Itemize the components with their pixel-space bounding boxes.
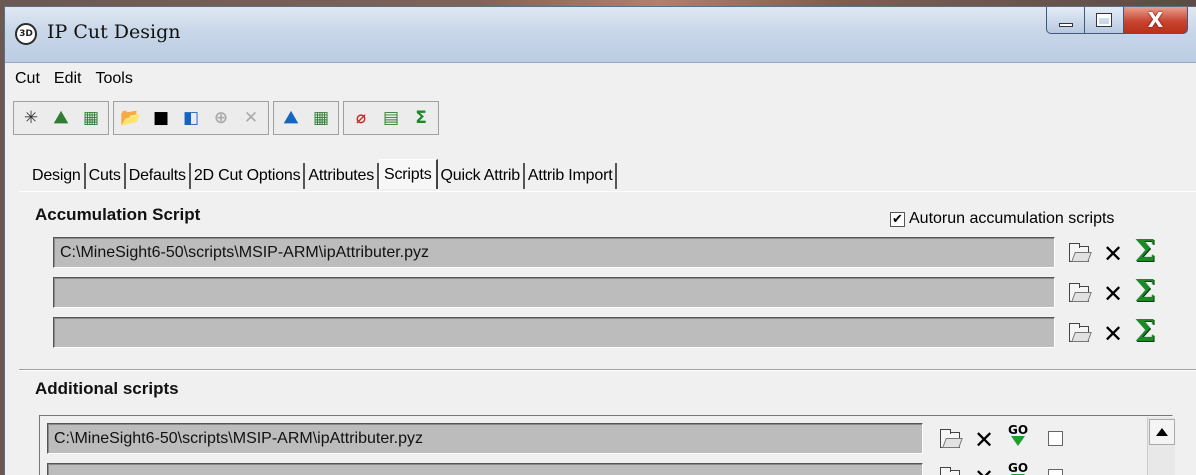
browse-button-2[interactable] [1066,281,1092,307]
delete-icon: ✕ [973,426,995,454]
autorun-option: ✔ Autorun accumulation scripts [890,210,1114,228]
go-button-1[interactable]: GO [1005,424,1031,452]
down-arrow-icon [1011,436,1025,446]
save-as-icon[interactable]: ◧ [176,104,206,132]
sigma-icon[interactable]: Σ [406,104,436,132]
erase-icon[interactable]: ⌀ [346,104,376,132]
clear-button-1[interactable]: ✕ [1100,241,1126,267]
sigma-icon: Σ [1134,314,1156,349]
browse-button-3[interactable] [1066,321,1092,347]
folder-icon [940,467,960,475]
accumulation-script-field-1[interactable]: C:\MineSight6-50\scripts\MSIP-ARM\ipAttr… [53,237,1055,268]
minimize-icon [1058,23,1073,27]
folder-icon [1069,243,1089,262]
accumulation-script-field-2[interactable] [53,277,1055,308]
accumulation-script-field-3[interactable] [53,317,1055,348]
delete-icon: ✕ [1102,280,1124,308]
design-icon[interactable]: ▦ [76,104,106,132]
clear-button-2[interactable]: ✕ [1100,281,1126,307]
go-icon: GO [1005,462,1031,475]
toolbar: ✳ ⛰ ▦ 📂 ■ ◧ ⊕ ✕ ⛰ ▦ ⌀ ▤ Σ [13,100,443,136]
maximize-button[interactable] [1085,7,1124,34]
open-icon[interactable]: 📂 [116,104,146,132]
grid-icon[interactable]: ▦ [306,104,336,132]
additional-clear-button-1[interactable]: ✕ [971,427,997,453]
run-accumulation-button-3[interactable]: Σ [1132,314,1158,349]
save-icon[interactable]: ■ [146,104,176,132]
tab-cuts[interactable]: Cuts [86,163,126,189]
copy-icon[interactable]: ⊕ [206,104,236,132]
browse-button-1[interactable] [1066,241,1092,267]
toolbar-group-view: ⛰ ▦ [273,101,339,135]
folder-icon [940,429,960,448]
autorun-label: Autorun accumulation scripts [909,210,1115,227]
menu-cut[interactable]: Cut [15,70,40,88]
additional-script-checkbox-1[interactable] [1048,431,1063,446]
tab-quick-attrib[interactable]: Quick Attrib [438,163,525,189]
accumulation-script-title: Accumulation Script [35,205,201,224]
sigma-icon: Σ [1134,234,1156,269]
menu-tools[interactable]: Tools [95,70,132,88]
additional-browse-button-2[interactable] [937,465,963,475]
close-button[interactable]: X [1124,7,1188,34]
autorun-checkbox[interactable]: ✔ [890,211,905,227]
maximize-icon [1096,13,1112,27]
minimize-button[interactable] [1046,7,1085,34]
clear-button-3[interactable]: ✕ [1100,321,1126,347]
delete-icon: ✕ [1102,240,1124,268]
ip-cut-design-window: 3D IP Cut Design X Cut Edit Tools ✳ ⛰ ▦ … [4,6,1196,475]
tab-scripts[interactable]: Scripts [379,159,438,189]
additional-clear-button-2[interactable]: ✕ [971,465,997,475]
toolbar-group-tools: ⌀ ▤ Σ [343,101,439,135]
sigma-icon: Σ [1134,274,1156,309]
delete-icon: ✕ [1102,320,1124,348]
go-label: GO [1007,461,1029,475]
additional-scripts-title: Additional scripts [35,379,179,398]
go-label: GO [1007,423,1029,437]
toolbar-group-file: 📂 ■ ◧ ⊕ ✕ [113,101,269,135]
tab-design[interactable]: Design [29,163,86,189]
folder-icon [1069,323,1089,342]
delete-icon: ✕ [974,466,994,475]
up-arrow-icon [1156,428,1168,436]
new-cut-icon[interactable]: ✳ [16,104,46,132]
folder-icon [1069,283,1089,302]
menu-bar: Cut Edit Tools [5,64,1196,94]
run-accumulation-button-2[interactable]: Σ [1132,274,1158,309]
menu-edit[interactable]: Edit [54,70,82,88]
run-accumulation-button-1[interactable]: Σ [1132,234,1158,269]
delete-icon[interactable]: ✕ [236,104,266,132]
tab-defaults[interactable]: Defaults [126,163,191,189]
close-icon: X [1147,8,1164,32]
scroll-up-button[interactable] [1149,419,1175,445]
go-icon: GO [1005,424,1031,452]
go-button-2[interactable]: GO [1005,462,1031,475]
3d-app-icon[interactable]: 3D [15,23,37,45]
report-icon[interactable]: ▤ [376,104,406,132]
additional-script-field-1[interactable]: C:\MineSight6-50\scripts\MSIP-ARM\ipAttr… [47,423,923,454]
additional-scripts-scrollbar[interactable] [1147,417,1175,475]
toolbar-group-cuts: ✳ ⛰ ▦ [13,101,109,135]
additional-script-checkbox-2[interactable] [1048,469,1063,475]
edit-cut-icon[interactable]: ⛰ [46,104,76,132]
cut-view-icon[interactable]: ⛰ [276,104,306,132]
tab-2d-cut-options[interactable]: 2D Cut Options [191,163,306,189]
window-controls: X [1046,7,1188,35]
section-divider [19,369,1196,371]
tab-attrib-import[interactable]: Attrib Import [525,163,618,189]
additional-browse-button-1[interactable] [937,427,963,453]
window-title: IP Cut Design [47,21,181,43]
tab-attributes[interactable]: Attributes [305,163,380,189]
additional-script-field-2[interactable] [47,463,923,475]
title-bar: 3D IP Cut Design X [5,7,1196,63]
tab-strip: Design Cuts Defaults 2D Cut Options Attr… [29,159,618,189]
